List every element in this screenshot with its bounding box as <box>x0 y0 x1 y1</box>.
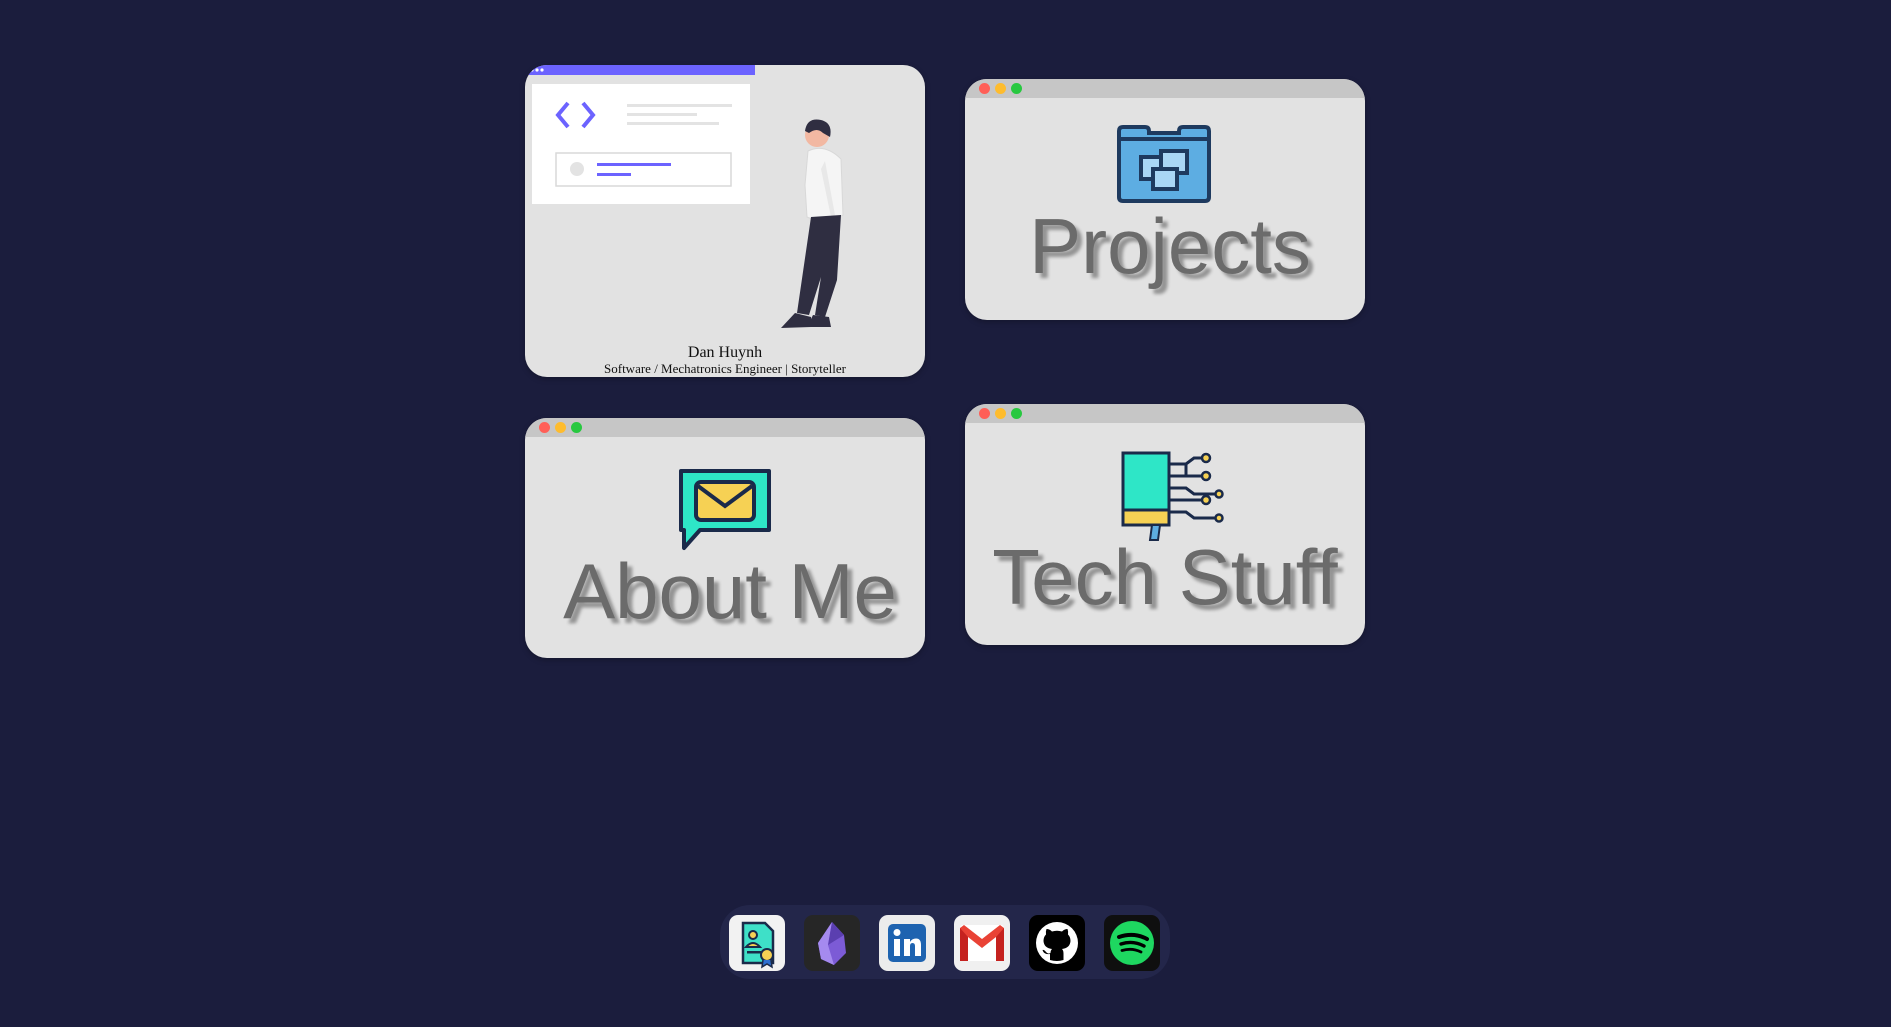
hero-subtitle: Software / Mechatronics Engineer | Story… <box>604 361 846 376</box>
window-titlebar <box>525 418 925 437</box>
close-dot-icon <box>979 408 990 419</box>
mail-chat-icon <box>678 468 772 552</box>
folder-windows-icon <box>1115 125 1213 203</box>
minimize-dot-icon <box>995 408 1006 419</box>
about-label: About Me <box>563 547 897 635</box>
projects-card[interactable]: Projects <box>965 79 1365 320</box>
dock-item-spotify[interactable] <box>1104 915 1160 971</box>
gmail-icon <box>960 925 1004 961</box>
about-card[interactable]: About Me <box>525 418 925 658</box>
developer-illustration <box>525 65 844 328</box>
spotify-icon <box>1110 921 1154 965</box>
maximize-dot-icon <box>571 422 582 433</box>
obsidian-icon <box>818 922 846 965</box>
close-dot-icon <box>539 422 550 433</box>
dock-item-github[interactable] <box>1029 915 1085 971</box>
linkedin-icon <box>888 924 926 962</box>
tech-card[interactable]: Tech Stuff <box>965 404 1365 645</box>
close-dot-icon <box>979 83 990 94</box>
circuit-device-icon <box>1120 450 1224 544</box>
minimize-dot-icon <box>995 83 1006 94</box>
maximize-dot-icon <box>1011 408 1022 419</box>
github-icon <box>1036 922 1078 964</box>
dock-item-linkedin[interactable] <box>879 915 935 971</box>
projects-label: Projects <box>1029 202 1311 290</box>
window-titlebar <box>965 79 1365 98</box>
window-titlebar <box>965 404 1365 423</box>
tech-label: Tech Stuff <box>992 533 1338 621</box>
dock-item-resume[interactable] <box>729 915 785 971</box>
minimize-dot-icon <box>555 422 566 433</box>
certificate-icon <box>741 921 775 969</box>
maximize-dot-icon <box>1011 83 1022 94</box>
dock-item-obsidian[interactable] <box>804 915 860 971</box>
hero-name: Dan Huynh <box>687 344 763 361</box>
dock <box>720 905 1170 979</box>
dock-item-gmail[interactable] <box>954 915 1010 971</box>
hero-card[interactable]: Dan Huynh Software / Mechatronics Engine… <box>525 65 925 377</box>
